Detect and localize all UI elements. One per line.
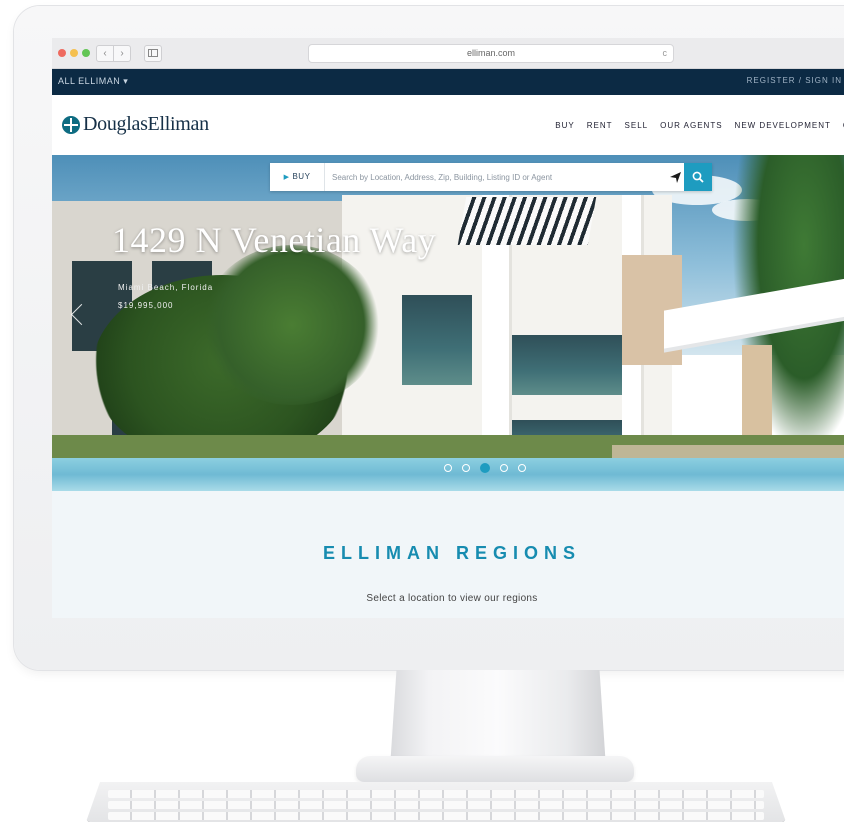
logo-text: DouglasElliman	[83, 113, 209, 135]
glass-wall	[402, 295, 472, 385]
hero-price: $19,995,000	[118, 301, 174, 310]
location-arrow-icon[interactable]	[668, 169, 684, 185]
cabana-post	[742, 345, 772, 445]
keyboard-row	[108, 801, 764, 809]
utility-bar: ALL ELLIMAN ▾ REGISTER / SIGN IN	[52, 69, 844, 95]
hero-slideshow: 1429 N Venetian Way Miami Beach, Florida…	[52, 155, 844, 491]
nav-our-agents[interactable]: OUR AGENTS	[660, 121, 722, 130]
sidebar-toggle-icon[interactable]	[144, 45, 162, 62]
monitor-base	[356, 756, 634, 782]
pergola	[457, 197, 597, 245]
region-selector[interactable]: ALL ELLIMAN ▾	[58, 76, 128, 87]
reload-icon[interactable]: c	[663, 45, 668, 62]
maximize-window-button[interactable]	[82, 49, 90, 57]
slide-dot-2[interactable]	[462, 464, 470, 472]
slide-dot-1[interactable]	[444, 464, 452, 472]
url-text: elliman.com	[466, 48, 515, 58]
monitor-stand	[390, 670, 606, 768]
search-input[interactable]	[332, 170, 662, 184]
site-header: DouglasElliman BUY RENT SELL OUR AGENTS …	[52, 95, 844, 155]
hero-listing-details: Miami Beach, Florida $19,995,000	[118, 279, 213, 315]
address-bar[interactable]: elliman.com c	[308, 44, 674, 63]
caret-right-icon: ▶	[283, 174, 290, 181]
keyboard-row	[108, 812, 764, 820]
sign-in-link[interactable]: REGISTER / SIGN IN	[747, 76, 842, 85]
browser-toolbar: ‹ › elliman.com c	[52, 38, 844, 69]
main-nav: BUY RENT SELL OUR AGENTS NEW DEVELOPMENT…	[555, 121, 844, 130]
search-type-dropdown[interactable]: ▶ BUY	[270, 163, 325, 191]
logo[interactable]: DouglasElliman	[62, 113, 209, 136]
elliman-logo-icon	[62, 115, 80, 134]
slide-dots	[444, 463, 526, 473]
regions-subtitle: Select a location to view our regions	[366, 593, 538, 604]
hero-location: Miami Beach, Florida	[118, 283, 214, 292]
monitor-screen: ‹ › elliman.com c ALL ELLIMAN ▾ REGISTER…	[52, 38, 844, 618]
nav-sell[interactable]: SELL	[625, 121, 649, 130]
keyboard-row	[108, 790, 764, 798]
keyboard	[86, 782, 786, 822]
search-type-label: BUY	[292, 172, 311, 181]
nav-buy[interactable]: BUY	[555, 121, 574, 130]
search-icon	[692, 171, 704, 183]
regions-section: ELLIMAN REGIONS Select a location to vie…	[52, 491, 844, 618]
search-button[interactable]	[684, 163, 712, 191]
nav-rent[interactable]: RENT	[587, 121, 613, 130]
nav-new-development[interactable]: NEW DEVELOPMENT	[735, 121, 831, 130]
search-bar: ▶ BUY	[270, 163, 712, 191]
hero-listing-title[interactable]: 1429 N Venetian Way	[112, 219, 436, 261]
glass-wall	[512, 335, 622, 395]
slide-dot-4[interactable]	[500, 464, 508, 472]
slide-dot-5[interactable]	[518, 464, 526, 472]
slide-dot-3-active[interactable]	[480, 463, 490, 473]
minimize-window-button[interactable]	[70, 49, 78, 57]
close-window-button[interactable]	[58, 49, 66, 57]
oak-tree	[202, 245, 382, 405]
forward-button[interactable]: ›	[113, 45, 131, 62]
regions-title: ELLIMAN REGIONS	[322, 543, 581, 563]
back-button[interactable]: ‹	[96, 45, 114, 62]
